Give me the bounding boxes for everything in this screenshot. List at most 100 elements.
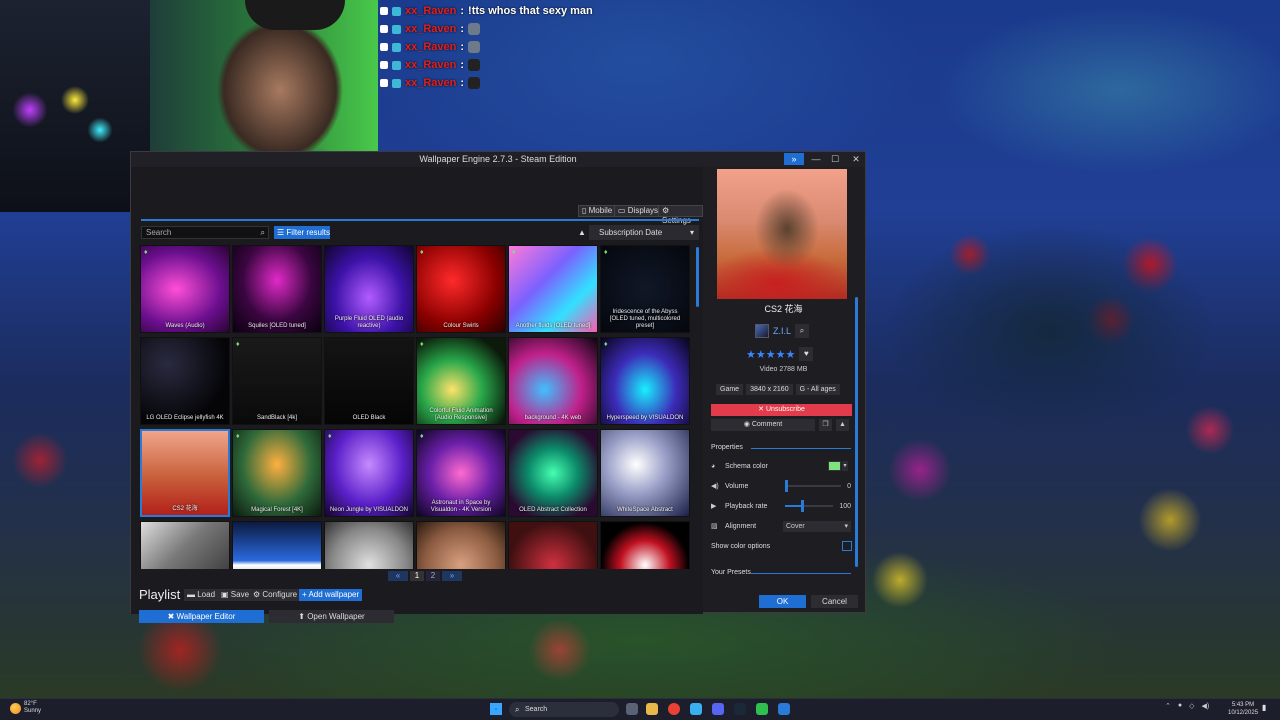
tag-badge[interactable]: G - All ages xyxy=(795,384,840,395)
wallpaper-preview-image xyxy=(717,169,847,299)
rating-row: ★★★★★ ♥ xyxy=(746,347,814,361)
heart-icon[interactable]: ♥ xyxy=(799,347,814,361)
chevron-down-icon[interactable]: ▾ xyxy=(842,461,848,471)
page-button[interactable]: 1 xyxy=(410,571,424,581)
ok-button[interactable]: OK xyxy=(759,595,806,608)
wallpaper-tile[interactable]: ♦ Another fluids [OLED tuned] xyxy=(508,245,598,333)
wallpaper-tile[interactable]: OLED Abstract Collection xyxy=(508,429,598,517)
show-color-checkbox[interactable] xyxy=(842,541,852,551)
file-explorer-icon[interactable] xyxy=(646,703,658,715)
wallpaper-tile[interactable]: ♦ Magical Forest [4K] xyxy=(232,429,322,517)
wallpaper-tile[interactable] xyxy=(324,521,414,569)
volume-value: 0 xyxy=(847,482,851,490)
maximize-button[interactable]: ☐ xyxy=(825,152,845,167)
page-button[interactable]: 2 xyxy=(426,571,440,581)
task-view-icon[interactable] xyxy=(626,703,638,715)
properties-label: Properties xyxy=(711,444,743,451)
wallpaper-tile[interactable] xyxy=(232,521,322,569)
clock[interactable]: 5:43 PM 10/12/2025 xyxy=(1228,701,1258,717)
wallpaper-tile[interactable] xyxy=(140,521,230,569)
report-icon[interactable]: ▲ xyxy=(836,419,849,431)
wallpaper-tile-title: Colour Swirls xyxy=(443,323,479,329)
wallpaper-tile[interactable]: ♦ Colour Swirls xyxy=(416,245,506,333)
windows-start-icon[interactable] xyxy=(490,703,502,715)
app-icon[interactable] xyxy=(690,703,702,715)
search-icon[interactable]: ⌕ xyxy=(795,324,810,338)
wallpaper-tile[interactable]: ♦ Waves (Audio) xyxy=(140,245,230,333)
add-wallpaper-button[interactable]: + Add wallpaper xyxy=(299,589,363,601)
notification-icon[interactable]: ▮ xyxy=(1262,703,1272,714)
wallpaper-tile[interactable] xyxy=(416,521,506,569)
weather-widget[interactable]: 82°F Sunny xyxy=(10,701,41,715)
alignment-select[interactable]: Cover ▾ xyxy=(783,520,851,532)
discord-icon[interactable] xyxy=(712,703,724,715)
save-icon: ▣ xyxy=(221,590,231,599)
playback-slider[interactable] xyxy=(785,500,833,512)
chevron-up-icon[interactable]: ⌃ xyxy=(1165,702,1171,710)
wallpaper-tile[interactable]: ♦ Iridescence of the Abyss [OLED tuned, m… xyxy=(600,245,690,333)
volume-slider[interactable] xyxy=(785,480,841,492)
page-next-button[interactable]: » xyxy=(442,571,462,581)
wallpaper-tile[interactable]: background - 4K web xyxy=(508,337,598,425)
unsubscribe-button[interactable]: ✕ Unsubscribe xyxy=(711,404,852,416)
search-input[interactable]: Search ⌕ xyxy=(141,226,269,239)
playlist-configure-button[interactable]: ⚙ Configure xyxy=(250,589,301,601)
tag-badge[interactable]: 3840 x 2160 xyxy=(746,384,793,395)
comment-button[interactable]: ◉ Comment xyxy=(711,419,815,431)
playback-knob[interactable] xyxy=(800,500,804,512)
collapse-panel-button[interactable]: » xyxy=(784,153,804,165)
chat-badge-icon xyxy=(392,78,401,88)
weather-text: 82°F Sunny xyxy=(24,701,41,715)
wallpaper-tile[interactable]: CS2 花海 xyxy=(140,429,230,517)
close-button[interactable]: ✕ xyxy=(846,152,866,167)
author-avatar[interactable] xyxy=(755,324,769,338)
wallpaper-tile[interactable] xyxy=(508,521,598,569)
playlist-load-button[interactable]: ▬ Load xyxy=(184,589,219,601)
filter-results-button[interactable]: ☰ Filter results xyxy=(274,226,330,239)
volume-knob[interactable] xyxy=(785,480,788,492)
wallpaper-engine-window: Wallpaper Engine 2.7.3 - Steam Edition »… xyxy=(130,151,866,623)
author-name[interactable]: Z.I.L xyxy=(773,326,791,336)
page-prev-button[interactable]: « xyxy=(388,571,408,581)
schema-color-swatch[interactable] xyxy=(828,461,841,471)
wallpaper-tile[interactable]: Squiles [OLED tuned] xyxy=(232,245,322,333)
wallpaper-tile[interactable]: WhiteSpace Abstract xyxy=(600,429,690,517)
wallpaper-tile[interactable]: ♦ SandBlack [4k] xyxy=(232,337,322,425)
steam-icon[interactable] xyxy=(734,703,746,715)
volume-icon[interactable]: ◀) xyxy=(1202,702,1210,710)
cancel-button[interactable]: Cancel xyxy=(811,595,858,608)
trophy-icon: ♦ xyxy=(604,249,608,256)
wallpaper-editor-button[interactable]: ✖ Wallpaper Editor xyxy=(139,610,264,623)
xbox-icon[interactable] xyxy=(756,703,768,715)
playlist-save-button[interactable]: ▣ Save xyxy=(218,589,253,601)
displays-button[interactable]: ▭ Displays xyxy=(614,205,663,217)
settings-button[interactable]: ⚙ Settings xyxy=(658,205,703,225)
chat-username: xx_Raven xyxy=(405,5,457,17)
mobile-button[interactable]: ▯ Mobile xyxy=(578,205,617,217)
mic-icon[interactable]: ● xyxy=(1178,702,1182,710)
tag-badge[interactable]: Game xyxy=(716,384,744,395)
wallpaper-tile[interactable]: OLED Black xyxy=(324,337,414,425)
wallpaper-tile-title: Hyperspeed by VISUALDON xyxy=(606,415,684,421)
chat-emote-icon xyxy=(468,77,481,89)
minimize-button[interactable]: — xyxy=(806,152,826,167)
open-wallpaper-button[interactable]: ⬆ Open Wallpaper xyxy=(269,610,394,623)
taskbar-search[interactable]: ⌕ Search xyxy=(509,702,619,717)
chrome-icon[interactable] xyxy=(668,703,680,715)
sort-select[interactable]: Subscription Date ▾ xyxy=(589,225,699,240)
wallpaper-engine-icon[interactable] xyxy=(778,703,790,715)
wallpaper-tile[interactable]: LG OLED Eclipse jellyfish 4K xyxy=(140,337,230,425)
wallpaper-tile[interactable]: ♦ Astronaut in Space by Visualdon - 4K Ve… xyxy=(416,429,506,517)
wallpaper-tile[interactable]: Purple Fluid OLED (audio reactive) xyxy=(324,245,414,333)
wallpaper-tile[interactable]: ♦ Hyperspeed by VISUALDON xyxy=(600,337,690,425)
sort-direction-icon[interactable]: ▲ xyxy=(578,228,586,237)
details-scrollbar[interactable] xyxy=(855,297,858,567)
copy-icon[interactable]: ❐ xyxy=(819,419,832,431)
chat-badge-icon xyxy=(392,24,401,34)
wallpaper-tile[interactable]: ♦ Neon Jungle by VISUALDON xyxy=(324,429,414,517)
wallpaper-tile[interactable]: ♦ Colorful Fluid Animation [Audio Respons… xyxy=(416,337,506,425)
grid-scrollbar[interactable] xyxy=(696,247,699,307)
wallpaper-tile[interactable] xyxy=(600,521,690,569)
network-icon[interactable]: ◇ xyxy=(1189,702,1194,710)
webcam-cap xyxy=(245,0,345,30)
